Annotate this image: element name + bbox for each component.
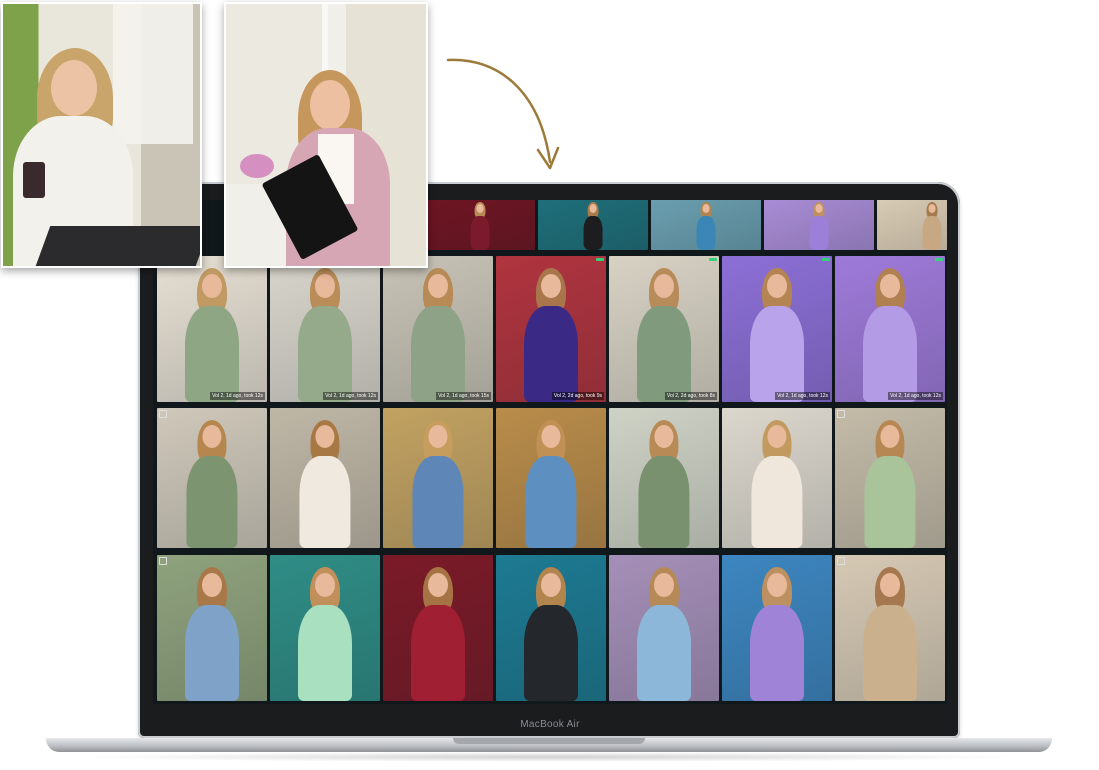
status-flag: [935, 258, 943, 261]
source-photo-2: [224, 2, 428, 268]
thumbnail-subject: [404, 408, 471, 548]
source-photo-1: [1, 2, 202, 268]
gallery-thumbnail[interactable]: Vol 2, 1d ago, took 12s: [270, 256, 380, 402]
gallery-row: [157, 408, 945, 548]
thumbnail-subject: [403, 256, 473, 402]
thumbnail-subject: [855, 256, 925, 402]
gallery-thumbnail[interactable]: [609, 408, 719, 548]
thumbnail-subject: [629, 256, 699, 402]
thumbnail-subject: [743, 408, 810, 548]
curved-arrow-icon: [446, 58, 560, 170]
thumbnail-caption: Vol 2, 1d ago, took 15s: [436, 392, 491, 400]
gallery-thumbnail[interactable]: [651, 200, 761, 250]
gallery-row: Vol 2, 1d ago, took 12s Vol 2, 1d ago, to…: [157, 256, 945, 402]
thumbnail-subject: [742, 256, 812, 402]
thumbnail-subject: [291, 408, 358, 548]
gallery-thumbnail[interactable]: [383, 555, 493, 701]
gallery-thumbnail[interactable]: [425, 200, 535, 250]
thumbnail-subject: [177, 256, 247, 402]
thumbnail-caption: Vol 2, 1d ago, took 12s: [775, 392, 830, 400]
thumbnail-subject: [856, 408, 923, 548]
gallery-thumbnail[interactable]: [722, 408, 832, 548]
laptop-notch: [453, 738, 645, 744]
gallery-thumbnail[interactable]: [609, 555, 719, 701]
gallery-thumbnail[interactable]: [157, 408, 267, 548]
smartphone: [23, 162, 45, 198]
thumbnail-caption: Vol 2, 1d ago, took 12s: [323, 392, 378, 400]
gallery-row: [425, 200, 947, 250]
laptop-keyboard: [35, 226, 200, 266]
gallery-thumbnail[interactable]: Vol 2, 1d ago, took 15s: [383, 256, 493, 402]
thumbnail-caption: Vol 2, 1d ago, took 12s: [210, 392, 265, 400]
gallery-thumbnail[interactable]: [764, 200, 874, 250]
gallery-thumbnail[interactable]: [877, 200, 947, 250]
device-label: MacBook Air: [520, 718, 580, 730]
photo-gallery-screen: Vol 2, 1d ago, took 12s Vol 2, 1d ago, to…: [153, 200, 947, 704]
subject-face: [310, 80, 350, 130]
flower-pot: [240, 154, 274, 178]
select-checkbox[interactable]: [159, 557, 167, 565]
thumbnail-subject: [403, 555, 473, 701]
gallery-thumbnail[interactable]: [835, 408, 945, 548]
thumbnail-subject: [629, 555, 699, 701]
status-flag: [596, 258, 604, 261]
gallery-row: [157, 555, 945, 701]
select-checkbox[interactable]: [159, 410, 167, 418]
thumbnail-caption: Vol 2, 1d ago, took 12s: [888, 392, 943, 400]
gallery-thumbnail[interactable]: [157, 555, 267, 701]
thumbnail-subject: [178, 408, 245, 548]
select-checkbox[interactable]: [837, 410, 845, 418]
thumbnail-subject: [630, 408, 697, 548]
gallery-thumbnail[interactable]: [496, 555, 606, 701]
thumbnail-subject: [694, 200, 719, 250]
thumbnail-subject: [742, 555, 812, 701]
thumbnail-subject: [516, 256, 586, 402]
thumbnail-subject: [517, 408, 584, 548]
thumbnail-subject: [807, 200, 832, 250]
thumbnail-caption: Vol 2, 2d ago, took 9s: [551, 392, 604, 400]
thumbnail-subject: [855, 555, 925, 701]
select-checkbox[interactable]: [837, 557, 845, 565]
thumbnail-subject: [290, 256, 360, 402]
thumbnail-subject: [516, 555, 586, 701]
thumbnail-subject: [290, 555, 360, 701]
gallery-thumbnail[interactable]: [270, 555, 380, 701]
gallery-thumbnail[interactable]: [383, 408, 493, 548]
thumbnail-subject: [468, 200, 493, 250]
gallery-thumbnail[interactable]: [538, 200, 648, 250]
gallery-thumbnail[interactable]: [722, 555, 832, 701]
subject-face: [51, 60, 97, 116]
gallery-thumbnail[interactable]: Vol 2, 1d ago, took 12s: [157, 256, 267, 402]
gallery-thumbnail[interactable]: Vol 2, 1d ago, took 12s: [722, 256, 832, 402]
thumbnail-subject: [581, 200, 606, 250]
thumbnail-subject: [920, 200, 945, 250]
gallery-thumbnail[interactable]: Vol 2, 1d ago, took 12s: [835, 256, 945, 402]
status-flag: [709, 258, 717, 261]
laptop-shadow: [70, 752, 1030, 762]
thumbnail-caption: Vol 2, 2d ago, took 8s: [664, 392, 717, 400]
window-curtain: [113, 4, 193, 144]
gallery-thumbnail[interactable]: [496, 408, 606, 548]
thumbnail-subject: [177, 555, 247, 701]
status-flag: [822, 258, 830, 261]
gallery-thumbnail[interactable]: [270, 408, 380, 548]
gallery-thumbnail[interactable]: Vol 2, 2d ago, took 9s: [496, 256, 606, 402]
gallery-thumbnail[interactable]: Vol 2, 2d ago, took 8s: [609, 256, 719, 402]
gallery-thumbnail[interactable]: [835, 555, 945, 701]
